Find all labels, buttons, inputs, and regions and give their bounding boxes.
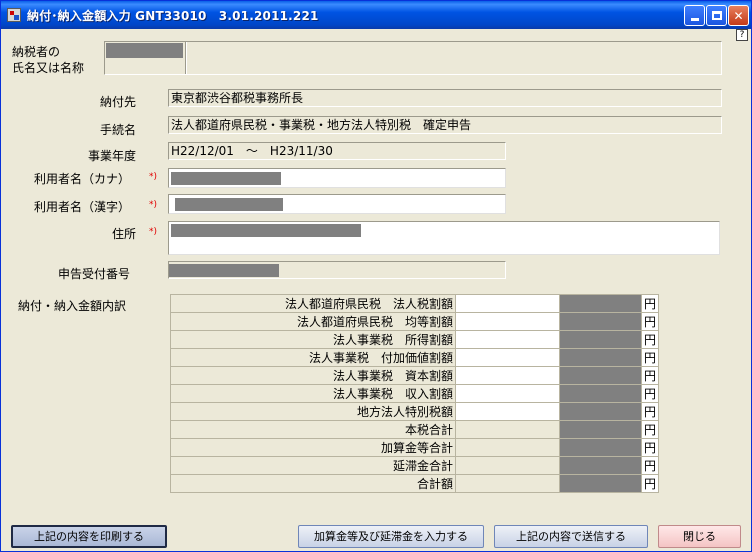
taxpayer-name-group — [104, 41, 722, 75]
breakdown-row-label: 本税合計 — [170, 420, 456, 439]
payee-label: 納付先 — [100, 95, 137, 109]
fiscal-year-label: 事業年度 — [88, 149, 137, 163]
breakdown-row: 法人事業税 所得割額 円 — [170, 330, 660, 349]
title-bar[interactable]: 納付･納入金額入力 GNT33010 3.01.2011.221 ✕ — [1, 1, 751, 29]
receipt-number-redacted — [169, 264, 279, 277]
close-icon: ✕ — [733, 8, 744, 23]
breakdown-amount-redacted — [559, 474, 642, 493]
breakdown-amount-input[interactable] — [455, 312, 560, 331]
close-button[interactable]: 閉じる — [658, 525, 741, 548]
send-button[interactable]: 上記の内容で送信する — [494, 525, 648, 548]
user-kana-label: 利用者名（カナ） — [34, 172, 131, 186]
breakdown-row: 地方法人特別税額 円 — [170, 402, 660, 421]
breakdown-unit: 円 — [640, 366, 660, 385]
breakdown-amount-input[interactable] — [455, 294, 560, 313]
breakdown-unit: 円 — [640, 402, 660, 421]
payee-field: 東京都渋谷都税事務所長 — [168, 89, 722, 107]
breakdown-unit: 円 — [640, 348, 660, 367]
address-input[interactable] — [168, 221, 720, 255]
breakdown-amount-input[interactable] — [455, 330, 560, 349]
breakdown-label: 納付・納入金額内訳 — [18, 299, 127, 313]
help-button[interactable]: ? — [736, 29, 748, 41]
enter-penalty-button[interactable]: 加算金等及び延滞金を入力する — [298, 525, 484, 548]
breakdown-amount-redacted — [559, 420, 642, 439]
taxpayer-label-line1: 納税者の — [12, 45, 61, 59]
user-kana-redacted — [171, 172, 281, 185]
address-label: 住所 — [112, 227, 137, 241]
breakdown-unit: 円 — [640, 294, 660, 313]
procedure-field: 法人都道府県民税・事業税・地方法人特別税 確定申告 — [168, 116, 722, 134]
breakdown-row: 法人事業税 収入割額 円 — [170, 384, 660, 403]
taxpayer-label-line2: 氏名又は名称 — [12, 61, 85, 75]
maximize-button[interactable] — [706, 5, 727, 26]
breakdown-row: 本税合計 円 — [170, 420, 660, 439]
breakdown-unit: 円 — [640, 384, 660, 403]
app-icon[interactable] — [7, 8, 21, 22]
breakdown-row: 延滞金合計 円 — [170, 456, 660, 475]
user-kanji-redacted — [175, 198, 283, 211]
breakdown-unit: 円 — [640, 438, 660, 457]
minimize-icon — [690, 18, 699, 21]
breakdown-row: 法人都道府県民税 均等割額 円 — [170, 312, 660, 331]
breakdown-unit: 円 — [640, 456, 660, 475]
maximize-icon — [711, 11, 722, 20]
user-kanji-input[interactable] — [168, 194, 506, 214]
breakdown-unit: 円 — [640, 312, 660, 331]
window-title: 納付･納入金額入力 GNT33010 3.01.2011.221 — [27, 9, 319, 23]
breakdown-unit: 円 — [640, 330, 660, 349]
breakdown-amount-input — [455, 420, 560, 439]
breakdown-amount-redacted — [559, 456, 642, 475]
breakdown-unit: 円 — [640, 420, 660, 439]
breakdown-row: 法人事業税 付加価値割額 円 — [170, 348, 660, 367]
breakdown-row: 法人都道府県民税 法人税割額 円 — [170, 294, 660, 313]
breakdown-amount-redacted — [559, 384, 642, 403]
breakdown-row-label: 法人事業税 所得割額 — [170, 330, 456, 349]
minimize-button[interactable] — [684, 5, 705, 26]
breakdown-amount-redacted — [559, 366, 642, 385]
print-button[interactable]: 上記の内容を印刷する — [11, 525, 167, 548]
breakdown-amount-redacted — [559, 330, 642, 349]
breakdown-row-label: 法人都道府県民税 法人税割額 — [170, 294, 456, 313]
required-mark: *) — [149, 172, 158, 182]
taxpayer-name-divider — [185, 42, 187, 74]
required-mark: *) — [149, 200, 158, 210]
breakdown-amount-input — [455, 438, 560, 457]
breakdown-row-label: 法人事業税 収入割額 — [170, 384, 456, 403]
breakdown-amount-redacted — [559, 402, 642, 421]
breakdown-amount-input[interactable] — [455, 402, 560, 421]
fiscal-year-field: H22/12/01 ～ H23/11/30 — [168, 142, 506, 160]
close-window-button[interactable]: ✕ — [728, 5, 749, 26]
breakdown-amount-input[interactable] — [455, 348, 560, 367]
breakdown-row-label: 法人事業税 付加価値割額 — [170, 348, 456, 367]
breakdown-amount-redacted — [559, 348, 642, 367]
required-mark: *) — [149, 227, 158, 237]
breakdown-row-label: 加算金等合計 — [170, 438, 456, 457]
breakdown-row-label: 合計額 — [170, 474, 456, 493]
breakdown-row-label: 法人都道府県民税 均等割額 — [170, 312, 456, 331]
breakdown-row: 合計額 円 — [170, 474, 660, 493]
breakdown-unit: 円 — [640, 474, 660, 493]
breakdown-amount-redacted — [559, 294, 642, 313]
receipt-number-label: 申告受付番号 — [58, 267, 131, 281]
breakdown-row: 加算金等合計 円 — [170, 438, 660, 457]
breakdown-amount-redacted — [559, 438, 642, 457]
user-kana-input[interactable] — [168, 168, 506, 188]
address-redacted — [171, 224, 361, 237]
breakdown-amount-input[interactable] — [455, 366, 560, 385]
procedure-label: 手続名 — [100, 123, 137, 137]
taxpayer-name-redacted — [106, 43, 183, 58]
breakdown-amount-input[interactable] — [455, 384, 560, 403]
breakdown-row-label: 延滞金合計 — [170, 456, 456, 475]
breakdown-row: 法人事業税 資本割額 円 — [170, 366, 660, 385]
breakdown-row-label: 地方法人特別税額 — [170, 402, 456, 421]
breakdown-row-label: 法人事業税 資本割額 — [170, 366, 456, 385]
breakdown-amount-redacted — [559, 312, 642, 331]
user-kanji-label: 利用者名（漢字） — [34, 200, 131, 214]
app-window: 納付･納入金額入力 GNT33010 3.01.2011.221 ✕ ? 納税者… — [0, 0, 752, 552]
breakdown-amount-input — [455, 474, 560, 493]
breakdown-table: 法人都道府県民税 法人税割額円法人都道府県民税 均等割額円法人事業税 所得割額円… — [170, 294, 660, 493]
receipt-number-field — [168, 261, 506, 279]
breakdown-amount-input — [455, 456, 560, 475]
